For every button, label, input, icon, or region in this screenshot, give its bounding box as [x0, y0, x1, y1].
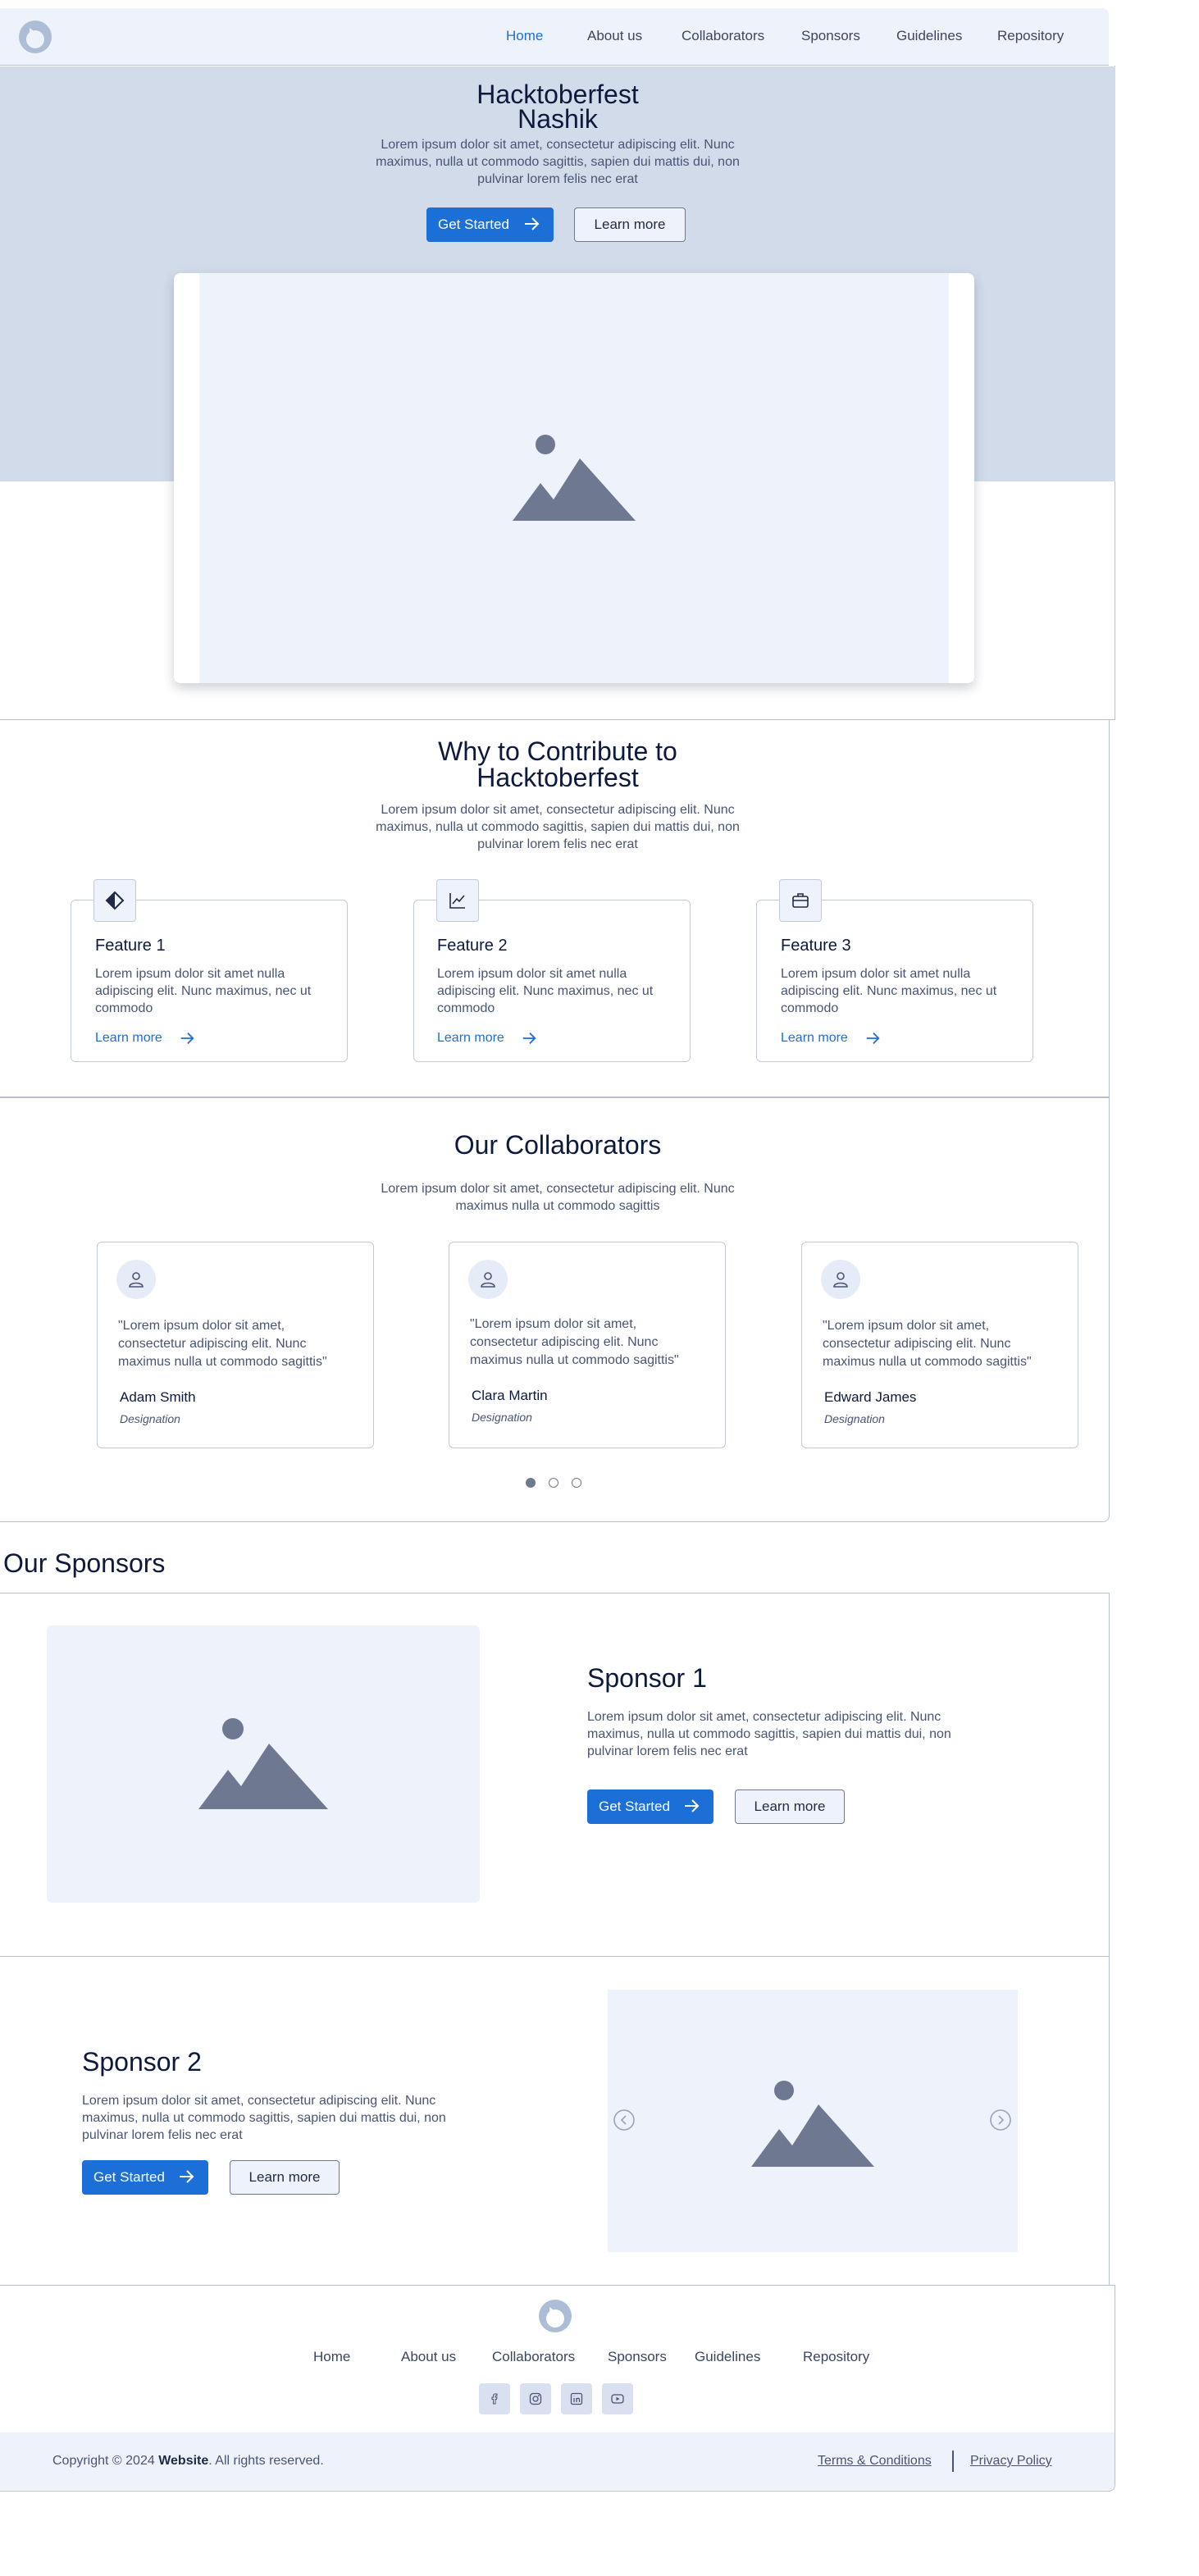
hero-get-started-label: Get Started: [438, 217, 509, 232]
feature-title: Feature 3: [781, 937, 851, 955]
testimonial-designation: Designation: [824, 1412, 885, 1425]
facebook-icon[interactable]: [479, 2383, 510, 2414]
feature-title: Feature 2: [437, 937, 508, 955]
arrow-right-icon: [180, 2170, 194, 2183]
hero-title-line2: Nashik: [517, 104, 598, 134]
user-icon: [821, 1260, 860, 1299]
image-placeholder-icon: [513, 435, 636, 521]
testimonial-designation: Designation: [120, 1412, 180, 1425]
image-placeholder-icon: [751, 2081, 874, 2167]
why-title-line2: Hacktoberfest: [476, 763, 639, 792]
arrow-right-icon: [525, 217, 540, 230]
why-title-line1: Why to Contribute to: [438, 736, 677, 766]
footer-link-about[interactable]: About us: [401, 2349, 456, 2365]
youtube-icon[interactable]: [602, 2383, 633, 2414]
carousel-dot[interactable]: [549, 1478, 558, 1488]
sponsor-learn-more-button[interactable]: Learn more: [735, 1790, 845, 1824]
testimonial-name: Edward James: [824, 1389, 917, 1405]
sponsor-get-started-button[interactable]: Get Started: [82, 2160, 208, 2195]
hero-title: Hacktoberfest Nashik: [394, 80, 722, 134]
footer-link-collaborators[interactable]: Collaborators: [492, 2349, 575, 2365]
collaborators-title: Our Collaborators: [454, 1130, 662, 1160]
footer-link-guidelines[interactable]: Guidelines: [695, 2349, 760, 2365]
sponsor-get-started-label: Get Started: [93, 2169, 165, 2185]
carousel-dot-active[interactable]: [526, 1478, 536, 1488]
linkedin-icon[interactable]: [561, 2383, 592, 2414]
nav-link-home[interactable]: Home: [506, 28, 543, 44]
chart-line-icon: [436, 879, 479, 922]
hero-learn-more-label: Learn more: [594, 217, 666, 232]
feature-learn-more-label: Learn more: [781, 1031, 848, 1045]
why-title: Why to Contribute to Hacktoberfest: [344, 738, 771, 791]
testimonial-quote: "Lorem ipsum dolor sit amet, consectetur…: [823, 1319, 1032, 1369]
sponsor-description: Lorem ipsum dolor sit amet, consectetur …: [82, 2094, 446, 2142]
chevron-right-icon[interactable]: [990, 2109, 1011, 2131]
sponsor-get-started-label: Get Started: [599, 1799, 670, 1814]
feature-description: Lorem ipsum dolor sit amet nulla adipisc…: [781, 967, 997, 1015]
nav-link-collaborators[interactable]: Collaborators: [682, 28, 764, 44]
sponsor-learn-more-button[interactable]: Learn more: [230, 2160, 340, 2195]
sponsor-image-carousel: [608, 1990, 1018, 2252]
arrow-right-icon: [866, 1032, 880, 1045]
chevron-left-icon[interactable]: [613, 2109, 635, 2131]
copyright-prefix: Copyright © 2024: [52, 2454, 159, 2468]
testimonial-name: Adam Smith: [120, 1389, 196, 1405]
feature-learn-more-link[interactable]: Learn more: [437, 1031, 536, 1046]
feature-learn-more-label: Learn more: [437, 1031, 504, 1045]
copyright-brand: Website: [158, 2454, 209, 2468]
instagram-icon[interactable]: [520, 2383, 551, 2414]
testimonial-name: Clara Martin: [472, 1388, 548, 1403]
hero-title-line1: Hacktoberfest: [476, 80, 639, 109]
sponsor-title: Sponsor 2: [82, 2047, 202, 2077]
copyright-suffix: . All rights reserved.: [208, 2454, 324, 2468]
sponsor-description: Lorem ipsum dolor sit amet, consectetur …: [587, 1710, 951, 1758]
contrast-icon: [93, 879, 136, 922]
sponsor-image: [47, 1625, 480, 1903]
image-placeholder-icon: [198, 1718, 328, 1809]
carousel-dot[interactable]: [572, 1478, 581, 1488]
footer-logo-icon[interactable]: [538, 2299, 572, 2333]
copyright-text: Copyright © 2024 Website. All rights res…: [52, 2454, 324, 2469]
feature-learn-more-link[interactable]: Learn more: [781, 1031, 880, 1046]
footer-link-sponsors[interactable]: Sponsors: [608, 2349, 667, 2365]
sponsor-get-started-button[interactable]: Get Started: [587, 1790, 713, 1824]
footer-link-home[interactable]: Home: [313, 2349, 350, 2365]
hero-description: Lorem ipsum dolor sit amet, consectetur …: [376, 138, 740, 186]
arrow-right-icon: [522, 1032, 536, 1045]
feature-title: Feature 1: [95, 937, 166, 955]
privacy-link[interactable]: Privacy Policy: [970, 2454, 1052, 2469]
hero-image: [199, 273, 949, 683]
sponsor-learn-more-label: Learn more: [754, 1799, 826, 1814]
nav-link-guidelines[interactable]: Guidelines: [896, 28, 962, 44]
nav-link-about[interactable]: About us: [587, 28, 642, 44]
hero-learn-more-button[interactable]: Learn more: [574, 207, 686, 242]
feature-description: Lorem ipsum dolor sit amet nulla adipisc…: [95, 967, 312, 1015]
terms-link[interactable]: Terms & Conditions: [818, 2454, 932, 2469]
nav-link-sponsors[interactable]: Sponsors: [801, 28, 860, 44]
collaborators-description: Lorem ipsum dolor sit amet, consectetur …: [381, 1182, 735, 1213]
testimonial-quote: "Lorem ipsum dolor sit amet, consectetur…: [118, 1319, 327, 1369]
sponsors-heading: Our Sponsors: [3, 1548, 166, 1578]
feature-learn-more-link[interactable]: Learn more: [95, 1031, 194, 1046]
testimonial-designation: Designation: [472, 1411, 532, 1424]
why-description: Lorem ipsum dolor sit amet, consectetur …: [376, 803, 740, 851]
sponsor-title: Sponsor 1: [587, 1663, 707, 1693]
footer-link-repository[interactable]: Repository: [803, 2349, 869, 2365]
hero-get-started-button[interactable]: Get Started: [426, 207, 554, 242]
testimonial-quote: "Lorem ipsum dolor sit amet, consectetur…: [470, 1317, 679, 1367]
user-icon: [468, 1260, 508, 1299]
logo-icon[interactable]: [18, 20, 52, 54]
arrow-right-icon: [180, 1032, 194, 1045]
user-icon: [116, 1260, 156, 1299]
feature-learn-more-label: Learn more: [95, 1031, 162, 1045]
feature-description: Lorem ipsum dolor sit amet nulla adipisc…: [437, 967, 654, 1015]
nav-link-repository[interactable]: Repository: [997, 28, 1064, 44]
briefcase-icon: [779, 879, 822, 922]
footer-divider: [952, 2451, 954, 2472]
sponsor-learn-more-label: Learn more: [248, 2169, 321, 2185]
arrow-right-icon: [685, 1799, 700, 1812]
